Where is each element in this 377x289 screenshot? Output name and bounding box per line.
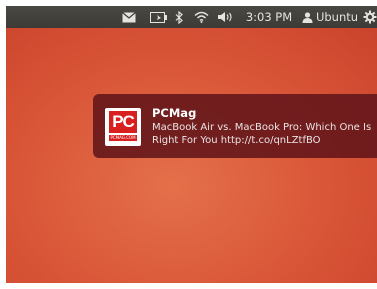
notification-title: PCMag [152, 106, 197, 120]
clock[interactable]: 3:03 PM [242, 6, 296, 28]
bluetooth-icon[interactable] [173, 6, 185, 28]
logo-letters: PC [109, 111, 137, 133]
volume-icon[interactable] [215, 6, 235, 28]
pcmag-logo: PC PCMAG.COM [105, 108, 141, 146]
user-icon [302, 11, 313, 23]
user-menu[interactable]: Ubuntu [301, 6, 359, 28]
top-panel: 3:03 PM Ubuntu [6, 6, 377, 28]
notification-body: MacBook Air vs. MacBook Pro: Which One I… [152, 122, 372, 146]
logo-caption: PCMAG.COM [109, 135, 137, 141]
desktop: 3:03 PM Ubuntu PC PCMAG.COM PCMag MacBoo… [6, 6, 377, 283]
battery-icon[interactable] [147, 6, 169, 28]
notification-bubble[interactable]: PC PCMAG.COM PCMag MacBook Air vs. MacBo… [93, 94, 377, 158]
user-name: Ubuntu [315, 10, 359, 24]
wifi-icon[interactable] [192, 6, 210, 28]
mail-icon[interactable] [120, 6, 138, 28]
gear-icon[interactable] [362, 6, 377, 28]
